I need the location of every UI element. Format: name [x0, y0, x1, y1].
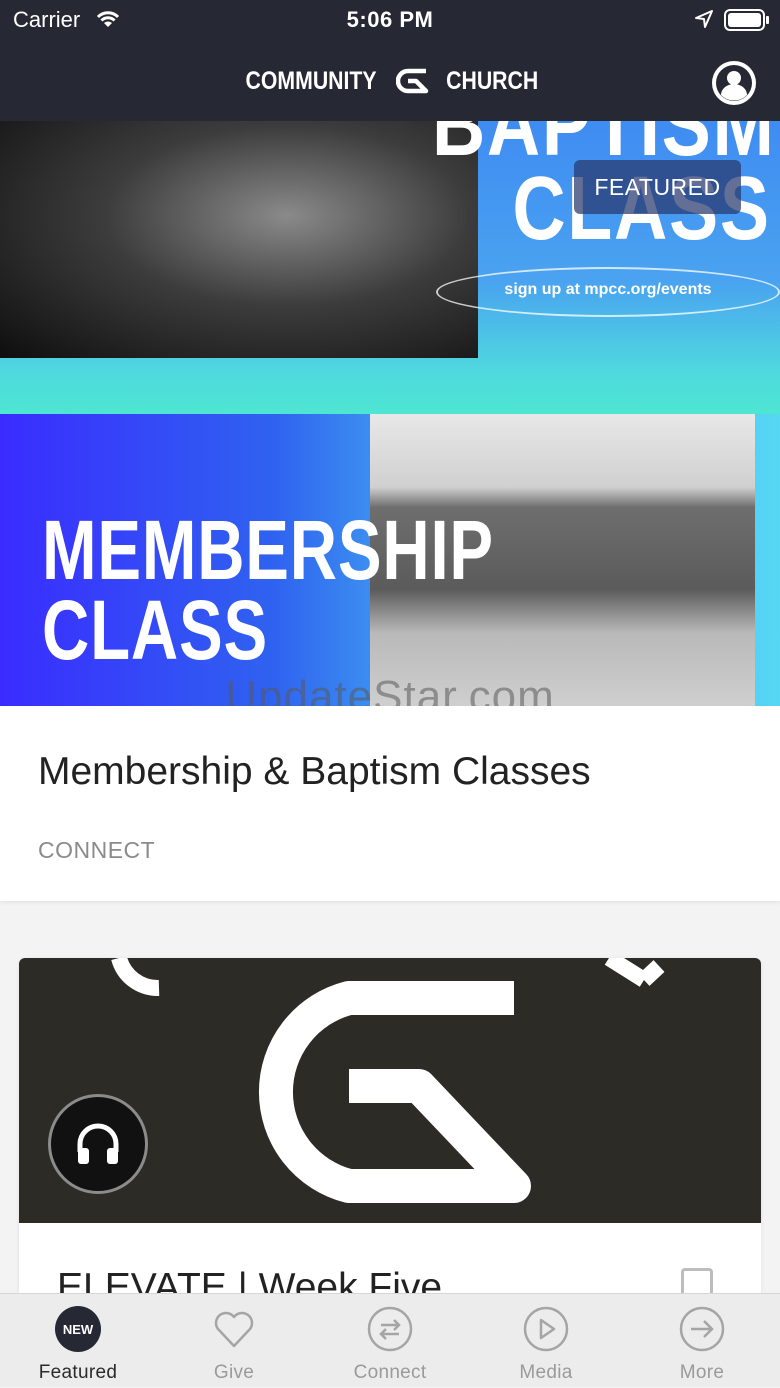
- user-icon: [713, 62, 755, 104]
- new-badge-icon: NEW: [55, 1306, 101, 1352]
- play-icon: [523, 1306, 569, 1352]
- tab-give[interactable]: Give: [156, 1294, 312, 1388]
- logo-word-church: CHURCH: [446, 66, 539, 95]
- membership-heading: MEMBERSHIP CLASS: [42, 503, 494, 677]
- tab-label: Featured: [38, 1362, 118, 1383]
- media-card[interactable]: ELEVATE | Week Five: [19, 958, 761, 1298]
- app-header: COMMUNITY CHURCH: [0, 40, 780, 121]
- featured-card[interactable]: Membership & Baptism Classes CONNECT: [0, 706, 780, 901]
- signup-text: sign up at mpcc.org/events: [504, 281, 712, 298]
- tab-label: Give: [213, 1362, 255, 1383]
- card-title: Membership & Baptism Classes: [38, 750, 591, 793]
- battery-icon: [724, 9, 770, 36]
- tab-media[interactable]: Media: [468, 1294, 624, 1388]
- logo-word-community: COMMUNITY: [245, 66, 377, 95]
- arrow-right-icon: [679, 1306, 725, 1352]
- featured-badge: FEATURED: [574, 160, 741, 214]
- membership-heading-line1: MEMBERSHIP: [42, 503, 494, 597]
- location-arrow-icon: [694, 9, 714, 34]
- tab-more[interactable]: More: [624, 1294, 780, 1388]
- heart-icon: [214, 1311, 254, 1348]
- logo-mark-icon: [395, 68, 429, 94]
- baptism-photo: [0, 121, 478, 358]
- tab-label: Media: [519, 1362, 573, 1383]
- headphones-icon: [77, 1123, 119, 1164]
- tab-label: More: [679, 1362, 725, 1383]
- audio-badge: [48, 1094, 148, 1194]
- media-card-image: [19, 958, 761, 1223]
- clock: 5:06 PM: [346, 7, 434, 32]
- profile-button[interactable]: [712, 61, 756, 105]
- arrows-exchange-icon: [367, 1306, 413, 1352]
- card-category: CONNECT: [38, 837, 156, 863]
- tab-featured[interactable]: NEW Featured: [0, 1294, 156, 1388]
- church-logo-mark: [111, 958, 665, 1203]
- featured-hero-image[interactable]: BAPTISM CLASS sign up at mpcc.org/events…: [0, 121, 780, 706]
- membership-heading-line2: CLASS: [42, 583, 268, 677]
- membership-class-banner: MEMBERSHIP CLASS: [0, 414, 780, 706]
- tab-connect[interactable]: Connect: [312, 1294, 468, 1388]
- tab-label: Connect: [353, 1362, 427, 1383]
- church-logo: COMMUNITY CHURCH: [0, 64, 780, 98]
- tab-bar: NEW Featured Give Connect Media More: [0, 1293, 780, 1387]
- status-bar: Carrier 5:06 PM: [0, 0, 780, 40]
- new-badge: NEW: [55, 1306, 101, 1352]
